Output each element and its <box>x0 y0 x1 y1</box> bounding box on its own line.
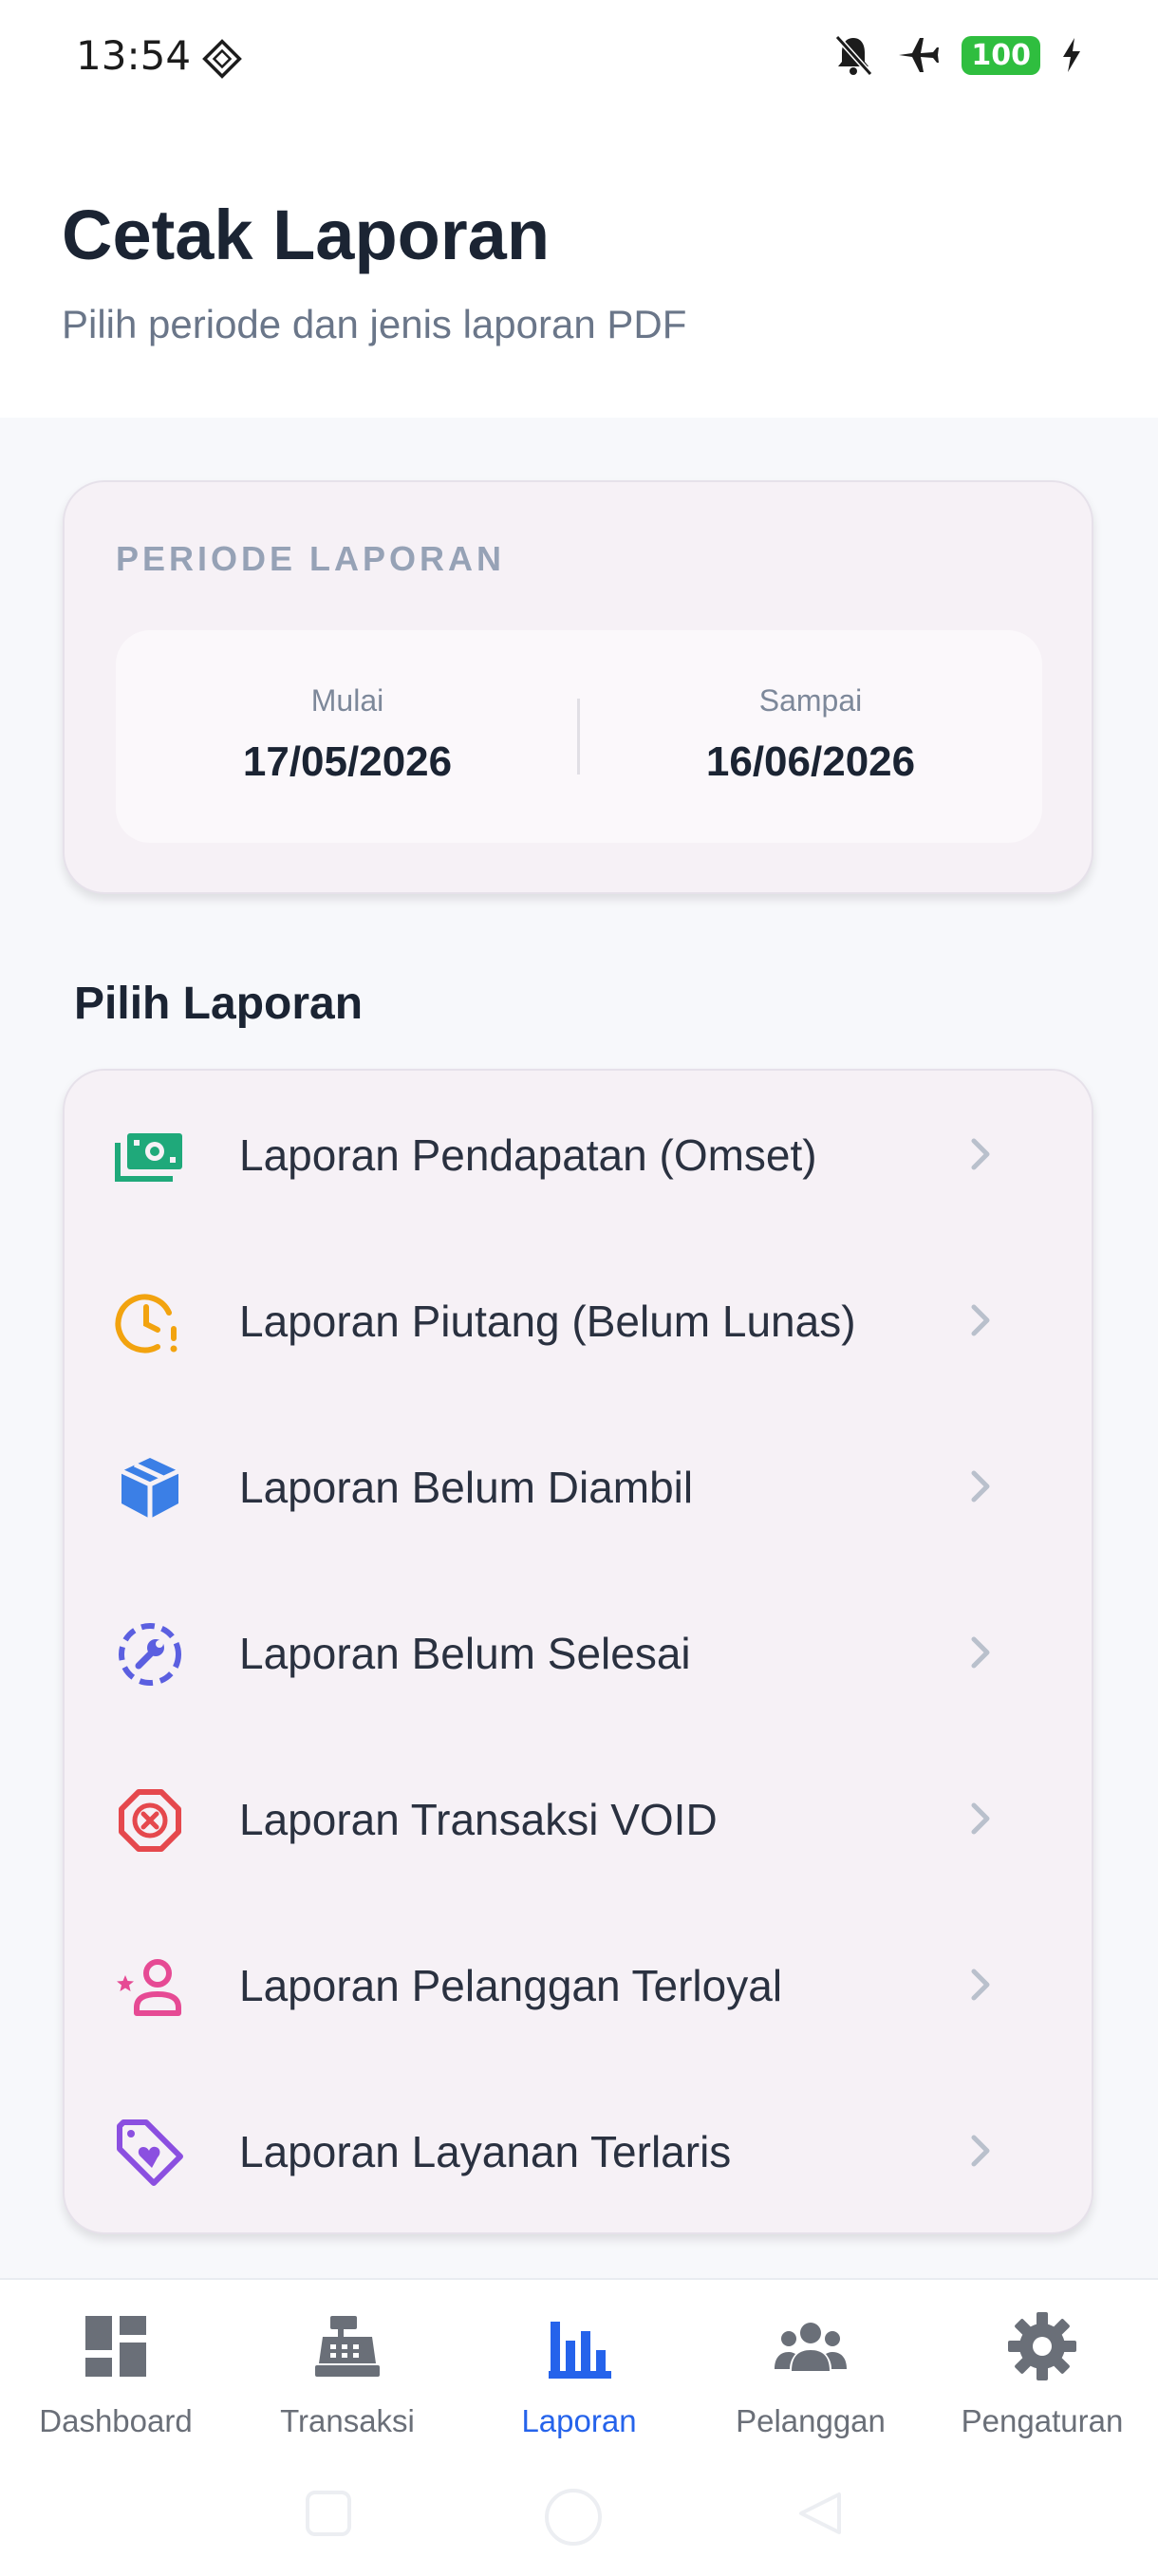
report-item-pendapatan[interactable]: Laporan Pendapatan (Omset) <box>65 1071 1095 1237</box>
chevron-right-icon <box>971 1304 990 1336</box>
report-item-void[interactable]: Laporan Transaksi VOID <box>65 1735 1095 1901</box>
report-item-label: Laporan Transaksi VOID <box>239 1795 718 1844</box>
report-item-belum-selesai[interactable]: Laporan Belum Selesai <box>65 1569 1095 1735</box>
nav-label: Pelanggan <box>736 2403 886 2438</box>
period-end-value: 16/06/2026 <box>705 738 916 785</box>
report-item-label: Laporan Pelanggan Terloyal <box>239 1961 783 2010</box>
period-start[interactable]: Mulai 17/05/2026 <box>116 630 579 843</box>
period-start-caption: Mulai <box>310 683 384 718</box>
tag-heart-icon <box>117 2119 183 2186</box>
nav-label: Laporan <box>521 2403 637 2438</box>
period-range: Mulai 17/05/2026 Sampai 16/06/2026 <box>116 630 1042 843</box>
report-item-label: Laporan Layanan Terlaris <box>239 2127 732 2176</box>
nav-laporan[interactable]: Laporan <box>463 2308 695 2439</box>
nav-pelanggan[interactable]: Pelanggan <box>695 2308 926 2439</box>
bar-chart-icon <box>549 2322 611 2379</box>
nav-pengaturan[interactable]: Pengaturan <box>926 2308 1158 2439</box>
recents-icon[interactable] <box>302 2487 355 2540</box>
period-end-caption: Sampai <box>758 683 863 718</box>
report-item-label: Laporan Belum Diambil <box>239 1463 694 1512</box>
user-star-icon <box>117 1959 181 2016</box>
nav-transaksi[interactable]: Transaksi <box>232 2308 463 2439</box>
report-item-layanan-terlaris[interactable]: Laporan Layanan Terlaris <box>65 2067 1095 2233</box>
page-title: Cetak Laporan <box>62 196 551 274</box>
cash-register-icon <box>315 2316 380 2377</box>
airplane-mode-icon <box>899 38 940 72</box>
back-icon[interactable] <box>794 2487 847 2540</box>
report-list: Laporan Pendapatan (Omset) Laporan Piuta… <box>63 1069 1093 2234</box>
period-end[interactable]: Sampai 16/06/2026 <box>579 630 1042 843</box>
status-bar: 13:54 100 <box>0 0 1158 114</box>
gear-icon <box>1008 2312 1076 2380</box>
status-time: 13:54 <box>76 32 192 79</box>
chevron-right-icon <box>971 1636 990 1669</box>
period-start-value: 17/05/2026 <box>242 738 453 785</box>
nav-dashboard[interactable]: Dashboard <box>0 2308 232 2439</box>
report-item-pelanggan-terloyal[interactable]: Laporan Pelanggan Terloyal <box>65 1901 1095 2067</box>
period-label: PERIODE LAPORAN <box>116 539 506 578</box>
box-icon <box>120 1458 180 1519</box>
chevron-right-icon <box>971 2135 990 2167</box>
people-icon <box>775 2323 847 2371</box>
page-header: Cetak Laporan Pilih periode dan jenis la… <box>0 114 1158 418</box>
charging-icon <box>1063 38 1080 72</box>
octagon-x-icon <box>119 1789 181 1852</box>
nav-label: Pengaturan <box>961 2403 1124 2438</box>
system-nav-bar <box>0 2458 1158 2553</box>
app-indicator-icon <box>202 39 242 79</box>
report-item-label: Laporan Belum Selesai <box>239 1629 691 1678</box>
battery-icon: 100 <box>962 35 1040 75</box>
report-item-label: Laporan Piutang (Belum Lunas) <box>239 1297 856 1346</box>
nav-label: Transaksi <box>280 2403 415 2438</box>
period-card: PERIODE LAPORAN Mulai 17/05/2026 Sampai … <box>63 480 1093 894</box>
page-subtitle: Pilih periode dan jenis laporan PDF <box>62 302 687 346</box>
clock-alert-icon <box>115 1294 177 1353</box>
report-item-belum-diambil[interactable]: Laporan Belum Diambil <box>65 1403 1095 1569</box>
home-icon[interactable] <box>543 2487 604 2548</box>
report-item-piutang[interactable]: Laporan Piutang (Belum Lunas) <box>65 1237 1095 1403</box>
cash-icon <box>115 1133 182 1182</box>
chevron-right-icon <box>971 1802 990 1835</box>
nav-label: Dashboard <box>39 2403 193 2438</box>
chevron-right-icon <box>971 1470 990 1503</box>
section-title: Pilih Laporan <box>74 979 364 1029</box>
dashboard-icon <box>85 2316 146 2377</box>
chevron-right-icon <box>971 1138 990 1170</box>
notifications-off-icon <box>835 34 873 77</box>
wrench-progress-icon <box>119 1623 181 1686</box>
report-item-label: Laporan Pendapatan (Omset) <box>239 1130 817 1180</box>
status-icons: 100 <box>832 32 1082 78</box>
chevron-right-icon <box>971 1969 990 2001</box>
